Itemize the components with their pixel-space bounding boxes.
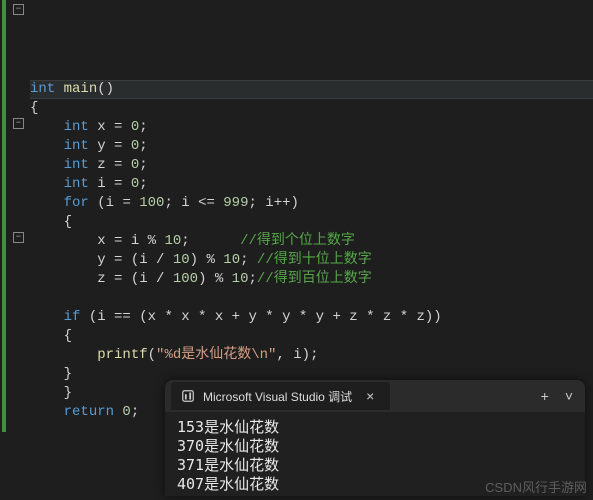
comment: //得到百位上数字 [257, 271, 372, 287]
keyword-if: if [64, 309, 81, 325]
gutter: − − − [0, 0, 30, 500]
new-tab-button[interactable]: + [535, 386, 555, 406]
output-line: 153是水仙花数 [177, 418, 279, 436]
keyword-int: int [30, 81, 55, 97]
function-printf: printf [97, 347, 147, 363]
console-tab[interactable]: Microsoft Visual Studio 调试 × [171, 382, 390, 410]
vs-icon [181, 389, 195, 403]
fold-toggle[interactable]: − [13, 4, 24, 15]
tab-title: Microsoft Visual Studio 调试 [203, 388, 352, 405]
fold-toggle[interactable]: − [13, 232, 24, 243]
function-main: main [64, 81, 98, 97]
string-literal: "%d是水仙花数\n" [156, 347, 276, 363]
modified-indicator [2, 0, 6, 432]
output-line: 370是水仙花数 [177, 437, 279, 455]
keyword-return: return [64, 404, 114, 420]
close-icon[interactable]: × [360, 386, 380, 406]
output-line: 407是水仙花数 [177, 475, 279, 493]
fold-toggle[interactable]: − [13, 118, 24, 129]
output-line: 371是水仙花数 [177, 456, 279, 474]
comment: //得到个位上数字 [240, 233, 355, 249]
tab-overflow-button[interactable]: ˅ [559, 386, 579, 406]
comment: //得到十位上数字 [257, 252, 372, 268]
titlebar[interactable]: Microsoft Visual Studio 调试 × + ˅ [165, 380, 585, 412]
watermark: CSDN风行手游网 [485, 477, 587, 496]
keyword-for: for [64, 195, 89, 211]
